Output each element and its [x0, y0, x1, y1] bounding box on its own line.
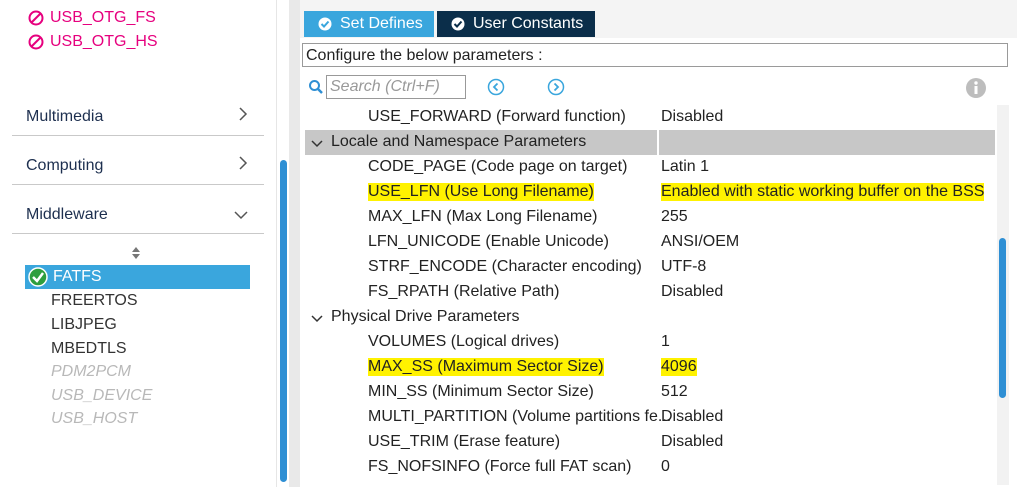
category-label: Middleware: [26, 206, 108, 223]
parameter-value[interactable]: Disabled: [661, 108, 723, 126]
sort-icon[interactable]: [131, 246, 141, 265]
parameter-name: MAX_SS (Maximum Sector Size): [368, 358, 604, 376]
chevron-down-icon: [311, 136, 323, 154]
parameter-name: CODE_PAGE (Code page on target): [368, 158, 628, 175]
scrollbar-thumb[interactable]: [999, 238, 1006, 398]
tab-label: User Constants: [473, 15, 584, 32]
middleware-item-usb-host[interactable]: USB_HOST: [51, 410, 137, 428]
parameter-row[interactable]: USE_LFN (Use Long Filename) Enabled with…: [305, 180, 995, 205]
parameter-row[interactable]: MAX_LFN (Max Long Filename) 255: [305, 205, 995, 230]
left-panel: USB_OTG_FS USB_OTG_HS Multimedia Computi…: [0, 0, 276, 487]
parameter-name: MAX_LFN (Max Long Filename): [368, 208, 598, 225]
scrollbar-thumb[interactable]: [280, 160, 287, 482]
parameter-value[interactable]: Enabled with static working buffer on th…: [661, 183, 985, 201]
previous-match-button[interactable]: [487, 78, 505, 101]
parameter-row[interactable]: VOLUMES (Logical drives) 1: [305, 330, 995, 355]
parameter-row[interactable]: USE_TRIM (Erase feature) Disabled: [305, 430, 995, 455]
chevron-right-icon: [238, 107, 248, 126]
parameter-value[interactable]: ANSI/OEM: [661, 233, 739, 251]
group-title: Locale and Namespace Parameters: [331, 133, 587, 150]
prohibited-icon: [28, 34, 44, 50]
parameter-row[interactable]: MAX_SS (Maximum Sector Size) 4096: [305, 355, 995, 380]
parameter-name: VOLUMES (Logical drives): [368, 333, 560, 350]
parameter-row[interactable]: MULTI_PARTITION (Volume partitions fe...…: [305, 405, 995, 430]
parameter-value[interactable]: Latin 1: [661, 158, 709, 176]
middleware-item-pdm2pcm[interactable]: PDM2PCM: [51, 363, 131, 381]
parameter-value[interactable]: UTF-8: [661, 258, 706, 276]
check-circle-icon: [28, 267, 48, 292]
parameter-name: USE_FORWARD (Forward function): [368, 108, 626, 125]
group-header-physical[interactable]: Physical Drive Parameters: [305, 305, 995, 330]
column-separator: [657, 130, 659, 155]
search-icon[interactable]: [308, 79, 324, 100]
parameter-value[interactable]: 255: [661, 208, 688, 226]
parameter-name: USE_LFN (Use Long Filename): [368, 183, 594, 201]
arrow-right-circle-icon: [547, 78, 565, 96]
usb-otg-hs-label: USB_OTG_HS: [50, 33, 158, 50]
tab-bar: Set Defines User Constants: [300, 0, 1017, 38]
category-label: Multimedia: [26, 108, 104, 125]
middleware-item-usb-device[interactable]: USB_DEVICE: [51, 387, 152, 405]
configure-instructions: Configure the below parameters :: [302, 43, 1008, 67]
configuration-panel: Set Defines User Constants Configure the…: [300, 0, 1017, 487]
parameter-value[interactable]: 512: [661, 383, 688, 401]
parameter-name: STRF_ENCODE (Character encoding): [368, 258, 642, 275]
parameter-row[interactable]: FS_NOFSINFO (Force full FAT scan) 0: [305, 455, 995, 480]
parameter-value[interactable]: Disabled: [661, 433, 723, 451]
parameter-name: USE_TRIM (Erase feature): [368, 433, 561, 450]
middleware-item-label: FATFS: [53, 268, 102, 285]
panel-divider[interactable]: [289, 0, 300, 487]
grid-scrollbar[interactable]: [997, 105, 1009, 485]
parameter-name: MULTI_PARTITION (Volume partitions fe...: [368, 408, 672, 425]
group-header-locale[interactable]: Locale and Namespace Parameters: [305, 130, 995, 155]
search-input[interactable]: [326, 75, 466, 99]
parameter-name: FS_NOFSINFO (Force full FAT scan): [368, 458, 632, 475]
parameter-row[interactable]: LFN_UNICODE (Enable Unicode) ANSI/OEM: [305, 230, 995, 255]
chevron-down-icon: [311, 311, 323, 329]
parameter-name: FS_RPATH (Relative Path): [368, 283, 560, 300]
parameter-row[interactable]: FS_RPATH (Relative Path) Disabled: [305, 280, 995, 305]
parameter-value[interactable]: 1: [661, 333, 670, 351]
parameter-value[interactable]: Disabled: [661, 283, 723, 301]
usb-otg-fs-item[interactable]: USB_OTG_FS: [28, 7, 156, 29]
tab-user-constants[interactable]: User Constants: [437, 11, 595, 37]
usb-otg-fs-label: USB_OTG_FS: [50, 9, 156, 26]
middleware-item-freertos[interactable]: FREERTOS: [51, 292, 138, 310]
category-middleware[interactable]: Middleware: [12, 197, 264, 234]
parameter-value[interactable]: 0: [661, 458, 670, 476]
parameter-name: LFN_UNICODE (Enable Unicode): [368, 233, 609, 250]
parameter-row[interactable]: USE_FORWARD (Forward function) Disabled: [305, 105, 995, 130]
check-circle-icon: [318, 17, 332, 31]
parameter-row[interactable]: CODE_PAGE (Code page on target) Latin 1: [305, 155, 995, 180]
parameter-value[interactable]: 4096: [661, 358, 697, 376]
search-toolbar: [300, 74, 1017, 102]
usb-otg-hs-item[interactable]: USB_OTG_HS: [28, 31, 158, 53]
category-multimedia[interactable]: Multimedia: [12, 99, 264, 136]
parameter-row[interactable]: MIN_SS (Minimum Sector Size) 512: [305, 380, 995, 405]
prohibited-icon: [28, 10, 44, 26]
parameter-row[interactable]: STRF_ENCODE (Character encoding) UTF-8: [305, 255, 995, 280]
chevron-down-icon: [234, 207, 248, 225]
group-title: Physical Drive Parameters: [331, 308, 520, 325]
check-circle-icon: [451, 17, 465, 31]
tab-set-defines[interactable]: Set Defines: [304, 11, 434, 37]
category-label: Computing: [26, 157, 104, 174]
category-computing[interactable]: Computing: [12, 148, 264, 185]
middleware-item-libjpeg[interactable]: LIBJPEG: [51, 316, 117, 334]
next-match-button[interactable]: [547, 78, 565, 101]
info-icon[interactable]: [965, 77, 987, 104]
middleware-item-mbedtls[interactable]: MBEDTLS: [51, 340, 127, 358]
middleware-item-fatfs[interactable]: FATFS: [25, 265, 250, 289]
left-scrollbar[interactable]: [276, 0, 289, 487]
parameter-value[interactable]: Disabled: [661, 408, 723, 426]
tab-label: Set Defines: [340, 15, 423, 32]
parameter-grid: USE_FORWARD (Forward function) Disabled …: [305, 105, 995, 485]
arrow-left-circle-icon: [487, 78, 505, 96]
chevron-right-icon: [238, 156, 248, 175]
parameter-name: MIN_SS (Minimum Sector Size): [368, 383, 594, 400]
